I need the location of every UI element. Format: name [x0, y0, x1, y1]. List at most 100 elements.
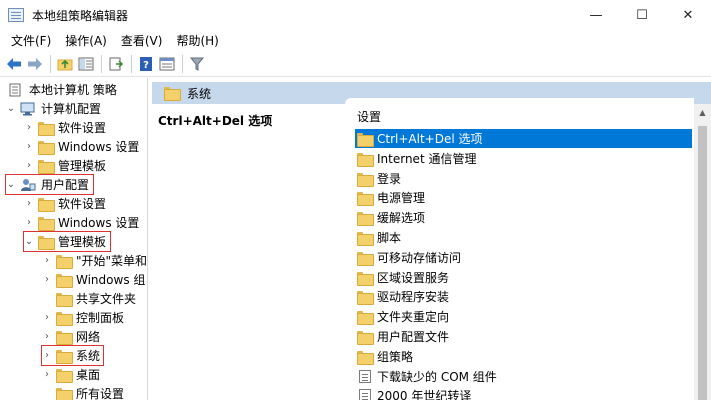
tree-item-computer-config[interactable]: ⌄ 计算机配置 — [6, 99, 101, 118]
chevron-right-icon[interactable]: › — [42, 350, 52, 361]
tree-item-user-windows-settings[interactable]: › Windows 设置 — [24, 213, 139, 232]
folder-icon — [357, 132, 374, 147]
tree-item-windows-components[interactable]: › Windows 组 — [42, 270, 145, 289]
list-item-driver-install[interactable]: 驱动程序安装 — [355, 287, 692, 306]
chevron-down-icon[interactable]: ⌄ — [6, 179, 16, 190]
description-title: Ctrl+Alt+Del 选项 — [158, 114, 273, 128]
list-item-locale[interactable]: 区域设置服务 — [355, 268, 692, 287]
menu-action[interactable]: 操作(A) — [58, 30, 114, 52]
tree-label: 网络 — [76, 330, 101, 344]
chevron-right-icon[interactable]: › — [24, 122, 34, 133]
scroll-up-arrow-icon[interactable]: ▲ — [694, 104, 711, 121]
column-header-settings[interactable]: 设置 — [357, 108, 381, 125]
filter-icon[interactable] — [187, 54, 207, 74]
list-item-mitigation[interactable]: 缓解选项 — [355, 208, 692, 227]
tree-item-network[interactable]: › 网络 — [42, 327, 100, 346]
folder-icon — [357, 330, 374, 345]
policy-doc-icon — [8, 83, 24, 97]
folder-icon — [38, 235, 55, 250]
tree-item-shared-folders[interactable]: 共享文件夹 — [42, 289, 136, 308]
maximize-button[interactable]: ☐ — [619, 0, 665, 30]
tree-item-user-software-settings[interactable]: › 软件设置 — [24, 194, 106, 213]
list-item-label: 区域设置服务 — [377, 271, 450, 285]
chevron-right-icon[interactable]: › — [42, 331, 52, 342]
help-icon[interactable]: ? — [136, 54, 156, 74]
folder-icon — [38, 121, 55, 136]
chevron-right-icon[interactable]: › — [24, 217, 34, 228]
tree-label: 管理模板 — [58, 235, 107, 249]
folder-icon — [357, 290, 374, 305]
list-item-century[interactable]: 2000 年世纪转译 — [355, 386, 692, 400]
menu-file[interactable]: 文件(F) — [4, 30, 58, 52]
toolbar-separator — [101, 55, 102, 73]
policy-setting-icon — [359, 389, 371, 400]
folder-icon — [357, 271, 374, 286]
folder-icon — [56, 330, 73, 345]
tree-item-system[interactable]: › 系统 — [40, 345, 105, 366]
list-item-logon[interactable]: 登录 — [355, 169, 692, 188]
folder-icon — [38, 159, 55, 174]
list-item-label: 组策略 — [377, 350, 414, 364]
chevron-right-icon[interactable]: › — [24, 198, 34, 209]
tree-item-start-menu[interactable]: › "开始"菜单和 — [42, 251, 147, 270]
computer-icon — [20, 102, 36, 116]
tree-item-user-config[interactable]: ⌄ 用户配置 — [4, 174, 95, 195]
tree-item-local-policy[interactable]: 本地计算机 策略 — [4, 80, 117, 99]
chevron-right-icon[interactable]: › — [42, 255, 52, 266]
list-item-label: 可移动存储访问 — [377, 251, 462, 265]
list-item-scripts[interactable]: 脚本 — [355, 228, 692, 247]
scrollbar-thumb[interactable] — [698, 126, 707, 400]
list-item-folder-redirection[interactable]: 文件夹重定向 — [355, 307, 692, 326]
list-item-label: Internet 通信管理 — [377, 152, 477, 166]
folder-icon — [56, 292, 73, 307]
tree-item-user-admin-templates[interactable]: ⌄ 管理模板 — [22, 231, 112, 252]
tree-item-desktop[interactable]: › 桌面 — [42, 365, 100, 384]
list-item-label: 2000 年世纪转译 — [377, 389, 472, 400]
tree-label: Windows 设置 — [58, 140, 140, 154]
folder-icon — [357, 211, 374, 226]
chevron-right-icon[interactable]: › — [24, 160, 34, 171]
folder-icon — [38, 197, 55, 212]
folder-icon — [56, 273, 73, 288]
export-list-icon[interactable] — [106, 54, 126, 74]
chevron-down-icon[interactable]: ⌄ — [24, 236, 34, 247]
up-folder-icon[interactable] — [55, 54, 75, 74]
chevron-down-icon[interactable]: ⌄ — [6, 103, 16, 114]
list-item-removable-storage[interactable]: 可移动存储访问 — [355, 248, 692, 267]
vertical-scrollbar[interactable]: ▲ — [694, 104, 711, 400]
list-item-group-policy[interactable]: 组策略 — [355, 347, 692, 366]
tree-label: 本地计算机 策略 — [29, 83, 117, 97]
chevron-right-icon[interactable]: › — [42, 274, 52, 285]
chevron-right-icon[interactable]: › — [24, 141, 34, 152]
list-item-user-profiles[interactable]: 用户配置文件 — [355, 327, 692, 346]
menu-help[interactable]: 帮助(H) — [169, 30, 225, 52]
tree-label: 所有设置 — [76, 387, 125, 400]
description-pane: Ctrl+Alt+Del 选项 — [152, 104, 345, 400]
folder-icon — [38, 216, 55, 231]
show-tree-icon[interactable] — [76, 54, 96, 74]
tree-item-admin-templates[interactable]: › 管理模板 — [24, 156, 106, 175]
tree-label: 桌面 — [76, 368, 101, 382]
list-item-label: 用户配置文件 — [377, 330, 450, 344]
tree-label: 控制面板 — [76, 311, 125, 325]
chevron-right-icon[interactable]: › — [42, 312, 52, 323]
policy-setting-icon — [359, 370, 371, 383]
forward-arrow-icon[interactable] — [25, 54, 45, 74]
close-button[interactable]: ✕ — [665, 0, 711, 30]
list-item-internet-comm[interactable]: Internet 通信管理 — [355, 149, 692, 168]
tree-item-control-panel[interactable]: › 控制面板 — [42, 308, 124, 327]
back-arrow-icon[interactable] — [4, 54, 24, 74]
chevron-right-icon[interactable]: › — [42, 369, 52, 380]
list-item-ctrl-alt-del[interactable]: Ctrl+Alt+Del 选项 — [355, 129, 692, 148]
list-item-download-com[interactable]: 下载缺少的 COM 组件 — [355, 367, 692, 386]
list-item-power[interactable]: 电源管理 — [355, 188, 692, 207]
list-item-label: 电源管理 — [377, 191, 426, 205]
menu-view[interactable]: 查看(V) — [114, 30, 170, 52]
tree-label: Windows 组 — [76, 273, 146, 287]
tree-item-software-settings[interactable]: › 软件设置 — [24, 118, 106, 137]
properties-icon[interactable] — [157, 54, 177, 74]
tree-item-all-settings[interactable]: 所有设置 — [42, 384, 124, 400]
tree-item-windows-settings[interactable]: › Windows 设置 — [24, 137, 139, 156]
minimize-button[interactable]: — — [573, 0, 619, 30]
